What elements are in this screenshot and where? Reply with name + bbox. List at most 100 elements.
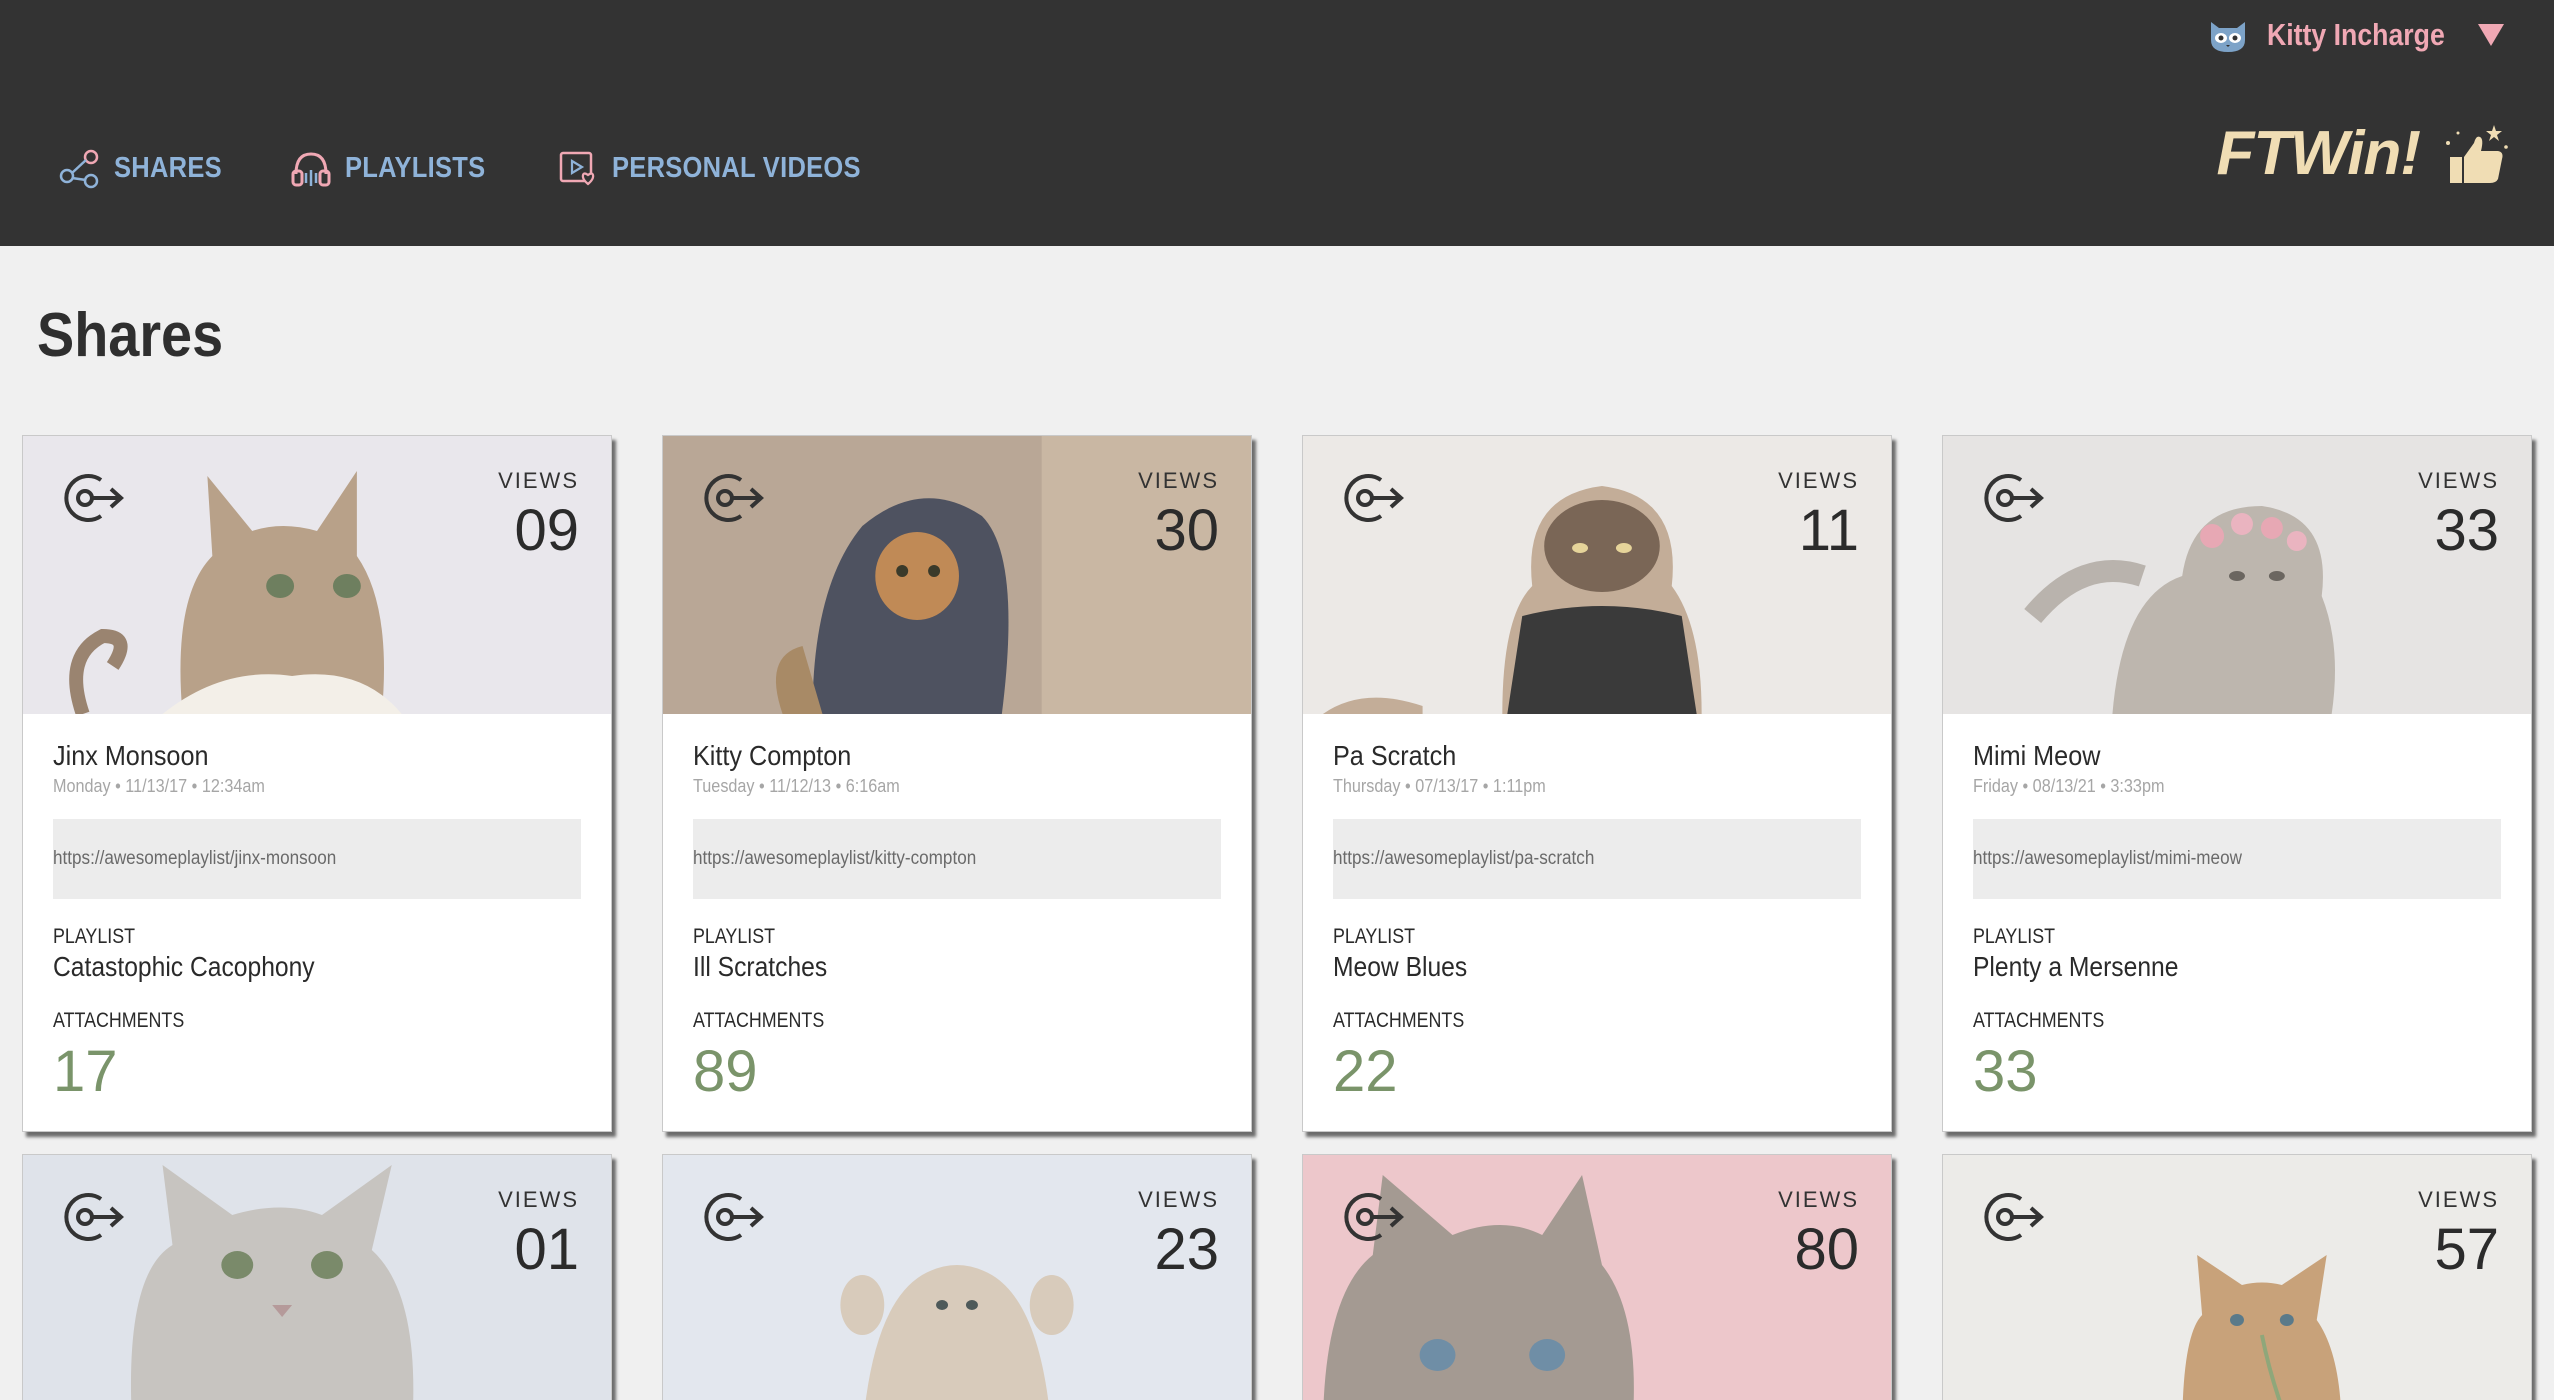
user-menu[interactable]: Kitty Incharge (2207, 14, 2506, 56)
views-block: VIEWS 80 (1778, 1187, 1859, 1279)
nav-shares-label: SHARES (114, 151, 222, 184)
share-card[interactable]: VIEWS 11 Pa Scratch Thursday • 07/13/17 … (1302, 435, 1892, 1132)
nav-personal-videos[interactable]: PERSONAL VIDEOS (556, 146, 895, 190)
main-nav: SHARES PLAYLISTS PERSONAL VIDEOS (58, 146, 895, 190)
share-name: Kitty Compton (693, 740, 852, 771)
share-card[interactable]: VIEWS 33 Mimi Meow Friday • 08/13/21 • 3… (1942, 435, 2532, 1132)
share-card[interactable]: VIEWS 30 Kitty Compton Tuesday • 11/12/1… (662, 435, 1252, 1132)
share-date: Tuesday • 11/12/13 • 6:16am (693, 776, 900, 796)
share-arrow-icon[interactable] (1981, 470, 2045, 526)
share-card[interactable]: VIEWS 57 (1942, 1154, 2532, 1400)
shares-grid: VIEWS 09 Jinx Monsoon Monday • 11/13/17 … (22, 435, 2542, 1400)
views-count: 11 (1798, 498, 1859, 563)
playlist-name: Catastophic Cacophony (53, 951, 315, 982)
top-bar: Kitty Incharge SHARES PLAYLISTS PERSONAL… (0, 0, 2554, 246)
views-label: VIEWS (498, 1187, 579, 1212)
card-thumbnail[interactable]: VIEWS 23 (663, 1155, 1251, 1400)
card-thumbnail[interactable]: VIEWS 33 (1943, 436, 2531, 714)
playlist-label: PLAYLIST (53, 925, 136, 948)
nav-shares[interactable]: SHARES (58, 146, 237, 190)
headphones-icon (291, 152, 331, 187)
share-url: https://awesomeplaylist/pa-scratch (1333, 848, 1595, 869)
nav-playlists[interactable]: PLAYLISTS (289, 146, 505, 190)
share-date: Friday • 08/13/21 • 3:33pm (1973, 776, 2165, 796)
playlist-label: PLAYLIST (1973, 925, 2056, 948)
attachments-count: 89 (693, 1039, 758, 1104)
attachments-count: 17 (53, 1039, 118, 1104)
views-label: VIEWS (1778, 1187, 1859, 1212)
views-block: VIEWS 57 (2418, 1187, 2499, 1279)
card-thumbnail[interactable]: VIEWS 11 (1303, 436, 1891, 714)
views-label: VIEWS (2418, 468, 2499, 493)
attachments-label: ATTACHMENTS (1973, 1009, 2105, 1032)
playlist-label: PLAYLIST (1333, 925, 1416, 948)
views-label: VIEWS (1138, 468, 1219, 493)
share-name: Mimi Meow (1973, 740, 2101, 771)
page-title: Shares (37, 301, 224, 370)
share-url: https://awesomeplaylist/jinx-monsoon (53, 848, 337, 869)
share-url-field[interactable]: https://awesomeplaylist/mimi-meow (1973, 819, 2501, 899)
attachments-label: ATTACHMENTS (693, 1009, 825, 1032)
share-card[interactable]: VIEWS 01 (22, 1154, 612, 1400)
share-url: https://awesomeplaylist/mimi-meow (1973, 848, 2242, 869)
views-count: 09 (514, 498, 579, 563)
caret-down-icon (2478, 24, 2504, 46)
share-arrow-icon[interactable] (1981, 1189, 2045, 1245)
share-url: https://awesomeplaylist/kitty-compton (693, 848, 977, 869)
views-block: VIEWS 11 (1778, 468, 1859, 560)
share-name: Jinx Monsoon (53, 740, 209, 771)
views-block: VIEWS 23 (1138, 1187, 1219, 1279)
share-arrow-icon[interactable] (701, 470, 765, 526)
views-count: 30 (1154, 498, 1219, 563)
share-nodes-icon (59, 149, 99, 189)
nav-personal-videos-label: PERSONAL VIDEOS (612, 151, 862, 184)
card-body: Kitty Compton Tuesday • 11/12/13 • 6:16a… (663, 714, 1251, 1131)
views-label: VIEWS (1778, 468, 1859, 493)
share-name: Pa Scratch (1333, 740, 1457, 771)
share-url-field[interactable]: https://awesomeplaylist/jinx-monsoon (53, 819, 581, 899)
views-count: 80 (1794, 1217, 1859, 1282)
card-thumbnail[interactable]: VIEWS 09 (23, 436, 611, 714)
card-thumbnail[interactable]: VIEWS 57 (1943, 1155, 2531, 1400)
share-date: Thursday • 07/13/17 • 1:11pm (1333, 776, 1546, 796)
attachments-label: ATTACHMENTS (1333, 1009, 1465, 1032)
attachments-count: 33 (1973, 1039, 2038, 1104)
views-count: 57 (2434, 1217, 2499, 1282)
card-thumbnail[interactable]: VIEWS 01 (23, 1155, 611, 1400)
attachments-label: ATTACHMENTS (53, 1009, 185, 1032)
card-thumbnail[interactable]: VIEWS 30 (663, 436, 1251, 714)
views-block: VIEWS 01 (498, 1187, 579, 1279)
share-arrow-icon[interactable] (1341, 470, 1405, 526)
views-count: 01 (514, 1217, 579, 1282)
user-name: Kitty Incharge (2267, 17, 2446, 52)
share-arrow-icon[interactable] (1341, 1189, 1405, 1245)
share-date: Monday • 11/13/17 • 12:34am (53, 776, 265, 796)
thumbs-up-icon (2446, 124, 2508, 183)
share-url-field[interactable]: https://awesomeplaylist/kitty-compton (693, 819, 1221, 899)
cat-avatar-icon (2211, 22, 2246, 52)
brand-logo: FTWin! (2216, 119, 2421, 188)
views-block: VIEWS 30 (1138, 468, 1219, 560)
views-count: 23 (1154, 1217, 1219, 1282)
views-label: VIEWS (498, 468, 579, 493)
nav-playlists-label: PLAYLISTS (344, 151, 486, 184)
share-card[interactable]: VIEWS 23 (662, 1154, 1252, 1400)
playlist-name: Plenty a Mersenne (1973, 951, 2179, 982)
playlist-label: PLAYLIST (693, 925, 776, 948)
share-url-field[interactable]: https://awesomeplaylist/pa-scratch (1333, 819, 1861, 899)
share-arrow-icon[interactable] (61, 1189, 125, 1245)
views-block: VIEWS 33 (2418, 468, 2499, 560)
views-count: 33 (2434, 498, 2499, 563)
share-card[interactable]: VIEWS 80 (1302, 1154, 1892, 1400)
share-arrow-icon[interactable] (701, 1189, 765, 1245)
card-body: Jinx Monsoon Monday • 11/13/17 • 12:34am… (23, 714, 611, 1131)
video-heart-icon (559, 151, 595, 186)
views-label: VIEWS (2418, 1187, 2499, 1212)
share-card[interactable]: VIEWS 09 Jinx Monsoon Monday • 11/13/17 … (22, 435, 612, 1132)
brand[interactable]: FTWin! (2217, 118, 2510, 189)
share-arrow-icon[interactable] (61, 470, 125, 526)
card-thumbnail[interactable]: VIEWS 80 (1303, 1155, 1891, 1400)
card-body: Pa Scratch Thursday • 07/13/17 • 1:11pm … (1303, 714, 1891, 1131)
views-block: VIEWS 09 (498, 468, 579, 560)
attachments-count: 22 (1333, 1039, 1398, 1104)
